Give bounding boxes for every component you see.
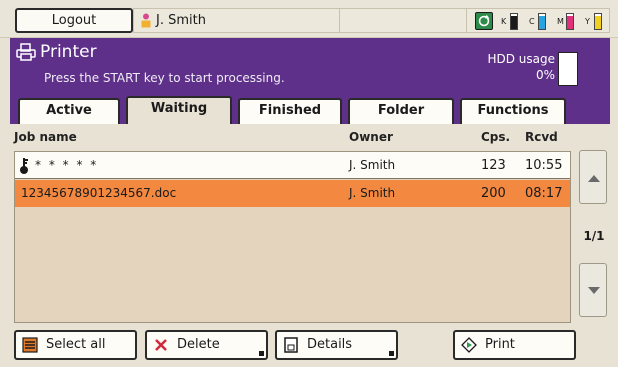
- select-all-button[interactable]: Select all: [14, 330, 137, 360]
- refresh-icon[interactable]: [475, 12, 493, 30]
- job-name: 12345678901234567.doc: [21, 186, 177, 200]
- print-label: Print: [485, 337, 515, 352]
- job-owner: J. Smith: [349, 186, 396, 200]
- tab-functions[interactable]: Functions: [460, 98, 566, 124]
- job-received: 08:17: [525, 186, 563, 201]
- tab-finished[interactable]: Finished: [238, 98, 342, 124]
- user-icon: [141, 13, 151, 28]
- job-name: * * * * *: [35, 158, 99, 172]
- delete-x-icon: [155, 339, 167, 351]
- status-message-area: [340, 8, 467, 33]
- toner-c-level: [539, 16, 545, 29]
- toner-c-label: C: [529, 17, 535, 26]
- toner-k-level: [511, 16, 517, 29]
- toner-y-level: [595, 16, 601, 29]
- delete-label: Delete: [177, 337, 220, 352]
- toner-y-label: Y: [585, 17, 590, 26]
- job-received: 10:55: [525, 158, 563, 173]
- toner-y: Y: [585, 13, 602, 30]
- page-title: Printer: [40, 42, 97, 62]
- user-indicator: J. Smith: [133, 8, 340, 33]
- toner-status: K C M Y: [467, 8, 610, 33]
- select-all-label: Select all: [46, 337, 106, 352]
- hdd-usage-gauge: [558, 52, 578, 86]
- toner-c: C: [529, 13, 546, 30]
- tab-active[interactable]: Active: [18, 98, 120, 124]
- submenu-indicator-icon: [389, 351, 394, 356]
- toner-m-label: M: [557, 17, 564, 26]
- triangle-down-icon: [588, 287, 600, 294]
- toner-m: M: [557, 13, 574, 30]
- logout-button[interactable]: Logout: [15, 8, 133, 33]
- job-copies: 200: [481, 186, 506, 201]
- toner-k: K: [501, 13, 518, 30]
- triangle-up-icon: [588, 175, 600, 182]
- column-header-owner: Owner: [349, 130, 393, 144]
- status-message: Press the START key to start processing.: [44, 71, 285, 85]
- status-bar: Logout J. Smith K C M Y: [0, 0, 618, 38]
- details-button[interactable]: Details: [275, 330, 398, 360]
- lock-icon: [20, 158, 28, 174]
- tab-folder[interactable]: Folder: [348, 98, 454, 124]
- start-diamond-icon: [461, 337, 477, 353]
- toner-m-level: [567, 16, 573, 29]
- hdd-usage-label: HDD usage: [487, 52, 555, 66]
- hdd-usage-percent: 0%: [535, 68, 555, 82]
- column-header-received: Rcvd: [525, 130, 558, 144]
- scroll-up-button[interactable]: [579, 150, 607, 204]
- job-copies: 123: [481, 158, 506, 173]
- job-row[interactable]: * * * * * J. Smith 123 10:55: [15, 152, 570, 179]
- page-indicator: 1/1: [583, 229, 605, 243]
- printer-icon: [16, 43, 36, 61]
- list-icon: [22, 337, 38, 353]
- details-label: Details: [307, 337, 353, 352]
- job-row[interactable]: 12345678901234567.doc J. Smith 200 08:17: [15, 180, 570, 207]
- document-icon: [284, 337, 298, 353]
- column-header-copies: Cps.: [481, 130, 511, 144]
- print-button[interactable]: Print: [453, 330, 576, 360]
- toner-k-label: K: [501, 17, 507, 26]
- job-list: * * * * * J. Smith 123 10:55 12345678901…: [14, 151, 571, 323]
- delete-button[interactable]: Delete: [145, 330, 268, 360]
- user-name: J. Smith: [156, 13, 206, 28]
- submenu-indicator-icon: [259, 351, 264, 356]
- tab-bar: Active Waiting Finished Folder Functions: [10, 90, 610, 124]
- job-owner: J. Smith: [349, 158, 396, 172]
- scroll-down-button[interactable]: [579, 263, 607, 317]
- column-header-job-name: Job name: [14, 130, 77, 144]
- tab-waiting[interactable]: Waiting: [126, 96, 232, 124]
- printer-header: Printer Press the START key to start pro…: [10, 38, 610, 90]
